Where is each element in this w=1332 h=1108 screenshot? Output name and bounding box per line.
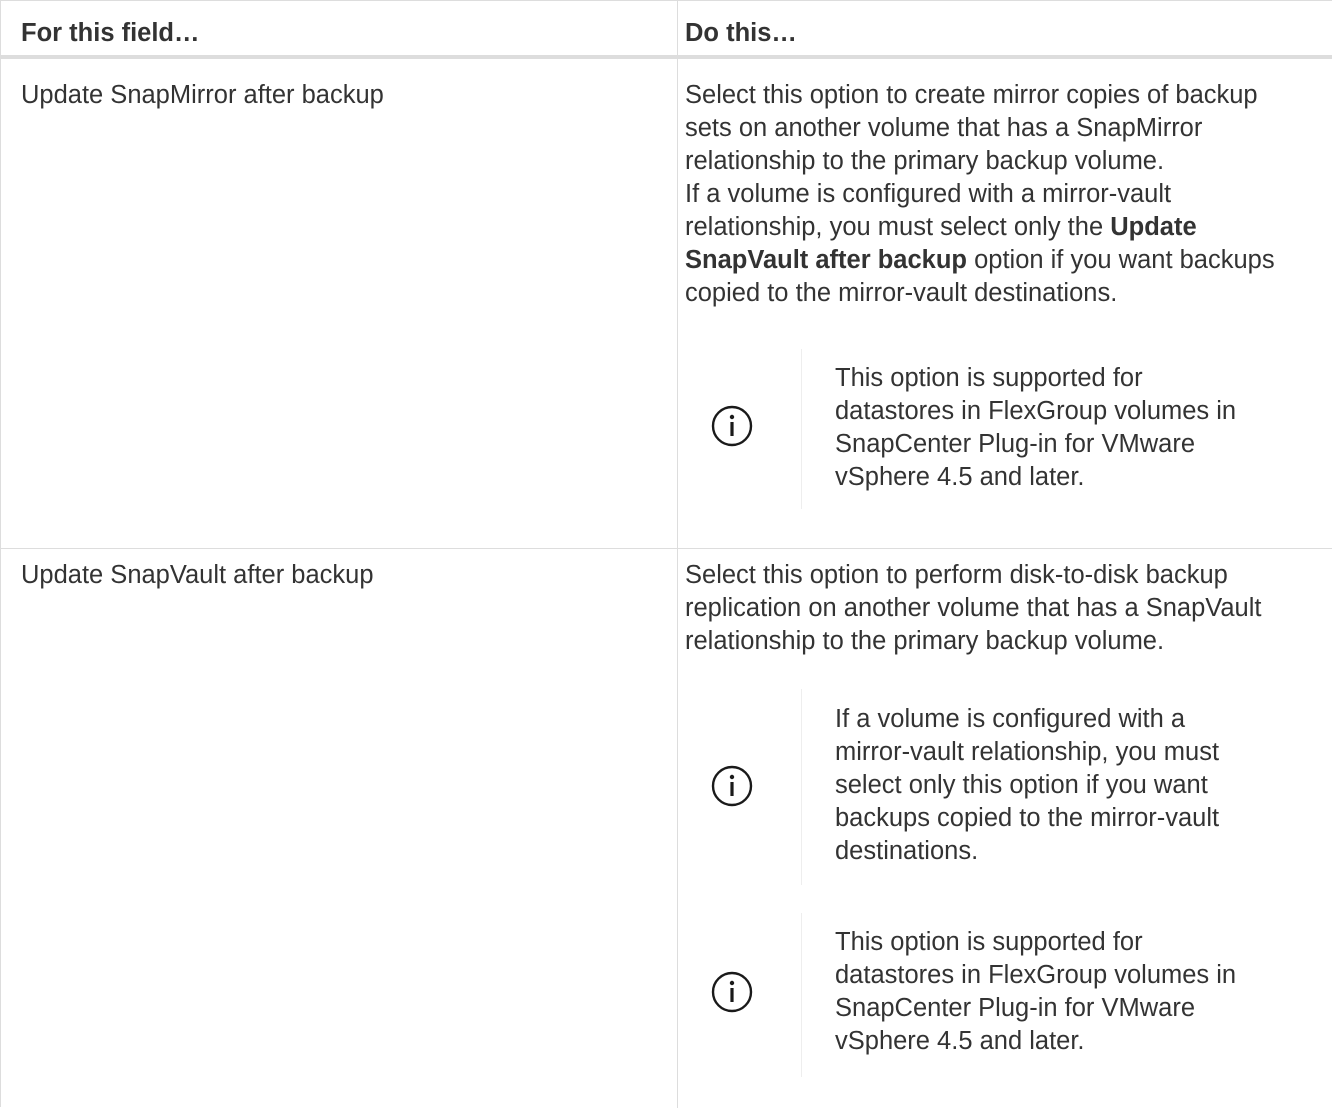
note-line: datastores in FlexGroup volumes in bbox=[835, 961, 1237, 989]
description-line: relationship to the primary backup volum… bbox=[685, 147, 1165, 175]
options-table: For this field… Do this… Update SnapMirr… bbox=[0, 0, 1332, 1108]
description-line: relationship, you must select only the U… bbox=[685, 211, 1332, 244]
description-text: relationship, you must select only the bbox=[685, 213, 1111, 241]
description-text: option if you want backups bbox=[967, 246, 1275, 274]
note-line: If a volume is configured with a bbox=[835, 705, 1186, 733]
note-line: mirror-vault relationship, you must bbox=[835, 738, 1220, 766]
note-rule bbox=[801, 913, 802, 1077]
description-line: copied to the mirror-vault destinations. bbox=[685, 279, 1118, 307]
description-update-snapmirror: Select this option to create mirror copi… bbox=[685, 79, 1332, 310]
info-icon bbox=[711, 971, 753, 1013]
note-admonition: If a volume is configured with a mirror-… bbox=[685, 689, 1332, 885]
note-rule bbox=[801, 349, 802, 509]
header-field: For this field… bbox=[21, 19, 200, 47]
info-icon bbox=[711, 765, 753, 807]
description-bold-option: SnapVault after backup bbox=[685, 246, 967, 274]
description-line: sets on another volume that has a SnapMi… bbox=[685, 114, 1203, 142]
note-text: This option is supported for datastores … bbox=[835, 926, 1236, 1058]
note-line: datastores in FlexGroup volumes in bbox=[835, 397, 1237, 425]
description-update-snapvault: Select this option to perform disk-to-di… bbox=[685, 559, 1332, 658]
note-line: SnapCenter Plug-in for VMware bbox=[835, 430, 1196, 458]
note-text: If a volume is configured with a mirror-… bbox=[835, 703, 1219, 868]
note-text: This option is supported for datastores … bbox=[835, 362, 1236, 494]
description-line: Select this option to create mirror copi… bbox=[685, 81, 1258, 109]
note-admonition: This option is supported for datastores … bbox=[685, 913, 1332, 1077]
note-line: SnapCenter Plug-in for VMware bbox=[835, 994, 1196, 1022]
description-line: relationship to the primary backup volum… bbox=[685, 627, 1165, 655]
row-divider bbox=[1, 548, 1332, 549]
description-line: Select this option to perform disk-to-di… bbox=[685, 561, 1228, 589]
info-icon bbox=[711, 405, 753, 447]
note-line: backups copied to the mirror-vault bbox=[835, 804, 1220, 832]
note-line: This option is supported for bbox=[835, 928, 1143, 956]
field-update-snapvault: Update SnapVault after backup bbox=[21, 561, 374, 589]
note-line: vSphere 4.5 and later. bbox=[835, 1027, 1085, 1055]
note-line: vSphere 4.5 and later. bbox=[835, 463, 1085, 491]
note-line: destinations. bbox=[835, 837, 979, 865]
description-line: replication on another volume that has a… bbox=[685, 594, 1262, 622]
field-update-snapmirror: Update SnapMirror after backup bbox=[21, 81, 384, 109]
header-action: Do this… bbox=[685, 19, 797, 47]
note-rule bbox=[801, 689, 802, 885]
description-line: If a volume is configured with a mirror-… bbox=[685, 180, 1172, 208]
note-admonition: This option is supported for datastores … bbox=[685, 349, 1332, 509]
description-line: SnapVault after backup option if you wan… bbox=[685, 244, 1332, 277]
column-divider bbox=[677, 1, 678, 1108]
table-header-row: For this field… Do this… bbox=[1, 1, 1332, 59]
note-line: This option is supported for bbox=[835, 364, 1143, 392]
description-bold-option: Update bbox=[1110, 213, 1197, 241]
note-line: select only this option if you want bbox=[835, 771, 1208, 799]
